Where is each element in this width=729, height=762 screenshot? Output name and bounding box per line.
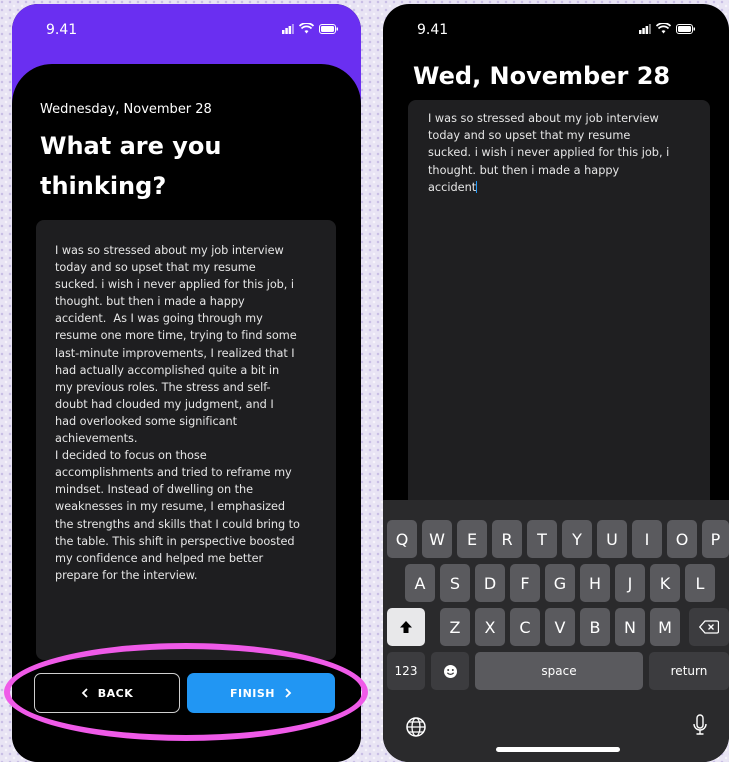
microphone-icon[interactable] [693, 714, 707, 742]
key-m[interactable]: M [650, 608, 680, 646]
key-b[interactable]: B [580, 608, 610, 646]
signal-icon [639, 23, 651, 34]
key-n[interactable]: N [615, 608, 645, 646]
emoji-icon [443, 664, 457, 678]
entry-text: I was so stressed about my job interview… [428, 112, 670, 194]
delete-key[interactable] [689, 608, 729, 646]
status-time: 9.41 [46, 22, 78, 38]
key-y[interactable]: Y [562, 520, 592, 558]
key-o[interactable]: O [667, 520, 697, 558]
key-k[interactable]: K [650, 564, 680, 602]
key-l[interactable]: L [685, 564, 715, 602]
signal-icon [282, 23, 294, 34]
wifi-icon [299, 23, 314, 34]
key-r[interactable]: R [492, 520, 522, 558]
key-h[interactable]: H [580, 564, 610, 602]
key-i[interactable]: I [632, 520, 662, 558]
space-key[interactable]: space [475, 652, 643, 690]
key-c[interactable]: C [510, 608, 540, 646]
onscreen-keyboard: Q W E R T Y U I O P A S D F G H J K L Z … [383, 500, 729, 762]
text-cursor [476, 180, 478, 193]
status-icons [639, 23, 696, 34]
shift-key[interactable] [387, 608, 425, 646]
key-p[interactable]: P [702, 520, 729, 558]
journal-entry-textarea[interactable]: I was so stressed about my job interview… [36, 220, 336, 660]
key-z[interactable]: Z [440, 608, 470, 646]
key-x[interactable]: X [475, 608, 505, 646]
key-j[interactable]: J [615, 564, 645, 602]
journal-entry-textarea[interactable]: I was so stressed about my job interview… [408, 100, 710, 520]
shift-icon [400, 621, 412, 633]
key-d[interactable]: D [475, 564, 505, 602]
key-g[interactable]: G [545, 564, 575, 602]
key-f[interactable]: F [510, 564, 540, 602]
globe-icon[interactable] [405, 716, 427, 742]
page-title: What are you thinking? [40, 132, 222, 200]
page-title: Wed, November 28 [413, 62, 671, 90]
numbers-key[interactable]: 123 [387, 652, 425, 690]
key-e[interactable]: E [457, 520, 487, 558]
wifi-icon [656, 23, 671, 34]
phone-journal-editing: 9.41 Wed, November 28 I was so stressed … [383, 4, 729, 762]
key-a[interactable]: A [405, 564, 435, 602]
key-u[interactable]: U [597, 520, 627, 558]
battery-icon [319, 23, 338, 34]
key-v[interactable]: V [545, 608, 575, 646]
status-time: 9.41 [417, 22, 449, 38]
battery-icon [676, 23, 695, 34]
return-key[interactable]: return [649, 652, 729, 690]
status-icons [282, 23, 339, 34]
home-indicator[interactable] [496, 747, 620, 752]
key-q[interactable]: Q [387, 520, 417, 558]
entry-date: Wednesday, November 28 [40, 102, 212, 117]
key-w[interactable]: W [422, 520, 452, 558]
emoji-key[interactable] [431, 652, 469, 690]
buttons-highlight-circle [4, 643, 368, 741]
key-s[interactable]: S [440, 564, 470, 602]
key-t[interactable]: T [527, 520, 557, 558]
backspace-icon [699, 620, 719, 634]
